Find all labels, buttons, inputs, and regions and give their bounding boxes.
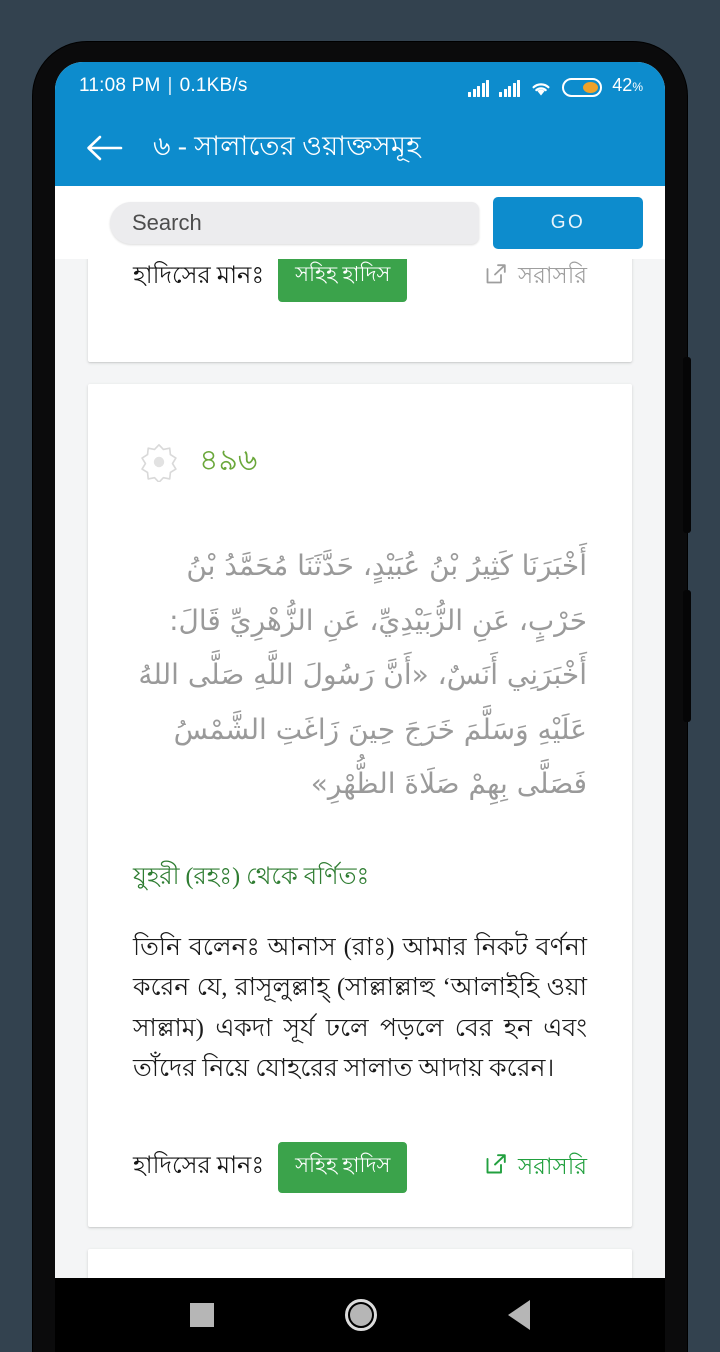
search-bar: GO: [55, 186, 665, 259]
grade-label: হাদিসের মানঃ: [133, 262, 265, 289]
card-footer: হাদিসের মানঃ সহিহ হাদিস সরাসরি: [133, 259, 587, 302]
volume-button-right[interactable]: [683, 590, 691, 722]
square-recents-icon[interactable]: [190, 1303, 215, 1327]
status-network-speed: 0.1KB/s: [179, 75, 248, 96]
triangle-back-icon[interactable]: [507, 1300, 530, 1330]
hadith-list[interactable]: হাদিসের মানঃ সহিহ হাদিস সরাসরি ৪৯৬ أَخْب…: [55, 259, 665, 1278]
direct-link-label: সরাসরি: [518, 1153, 587, 1179]
android-nav-bar: [55, 1278, 665, 1352]
power-button[interactable]: [683, 357, 691, 533]
circle-home-icon[interactable]: [344, 1299, 377, 1331]
app-bar: ৬ - সালাতের ওয়াক্তসমূহ: [55, 110, 665, 186]
hadith-card-partial[interactable]: হাদিসের মানঃ সহিহ হাদিস সরাসরি: [88, 259, 632, 362]
signal-bars-icon: [468, 79, 490, 97]
card-footer: হাদিসের মানঃ সহিহ হাদিস সরাসরি: [133, 1141, 587, 1193]
grade-badge[interactable]: সহিহ হাদিস: [278, 1141, 408, 1193]
islamic-star-icon: [139, 442, 179, 483]
hadith-bengali-text: তিনি বলেনঃ আনাস (রাঃ) আমার নিকট বর্ণনা ক…: [133, 933, 587, 1083]
battery-icon: [562, 77, 603, 97]
desktop-background: 11:08 PM | 0.1KB/s 42% ৬ - সালাতের ওয়াক…: [0, 0, 720, 1352]
grade-badge[interactable]: সহিহ হাদিস: [278, 259, 408, 302]
hadith-narrator: যুহরী (রহঃ) থেকে বর্ণিতঃ: [133, 863, 370, 890]
status-bar-left: 11:08 PM | 0.1KB/s: [79, 75, 248, 97]
status-time: 11:08 PM: [79, 75, 161, 96]
grade-label: হাদিসের মানঃ: [133, 1153, 265, 1180]
back-arrow-icon[interactable]: [85, 133, 123, 163]
external-link-icon: [484, 1152, 508, 1182]
status-bar-right: 42%: [468, 74, 643, 97]
hadith-card-next[interactable]: [88, 1248, 632, 1278]
direct-link[interactable]: সরাসরি: [484, 259, 587, 296]
battery-percent-label: 42%: [612, 74, 643, 95]
hadith-arabic-text: أَخْبَرَنَا كَثِيرُ بْنُ عُبَيْدٍ، حَدَّ…: [138, 549, 587, 801]
direct-link-label: সরাসরি: [518, 263, 587, 288]
search-input[interactable]: [110, 201, 479, 244]
signal-bars-icon-2: [499, 79, 521, 97]
page-title: ৬ - সালাতের ওয়াক্তসমূহ: [153, 130, 421, 161]
direct-link[interactable]: সরাসরি: [484, 1148, 587, 1187]
wifi-icon: [530, 80, 552, 97]
phone-screen: 11:08 PM | 0.1KB/s 42% ৬ - সালাতের ওয়াক…: [55, 62, 665, 1278]
hadith-card[interactable]: ৪৯৬ أَخْبَرَنَا كَثِيرُ بْنُ عُبَيْدٍ، ح…: [88, 384, 632, 1227]
hadith-header: ৪৯৬: [139, 436, 587, 487]
go-button[interactable]: GO: [493, 196, 643, 249]
external-link-icon: [484, 262, 508, 292]
status-separator: |: [167, 75, 173, 96]
status-bar: 11:08 PM | 0.1KB/s 42%: [55, 62, 665, 110]
hadith-number: ৪৯৬: [199, 444, 258, 477]
